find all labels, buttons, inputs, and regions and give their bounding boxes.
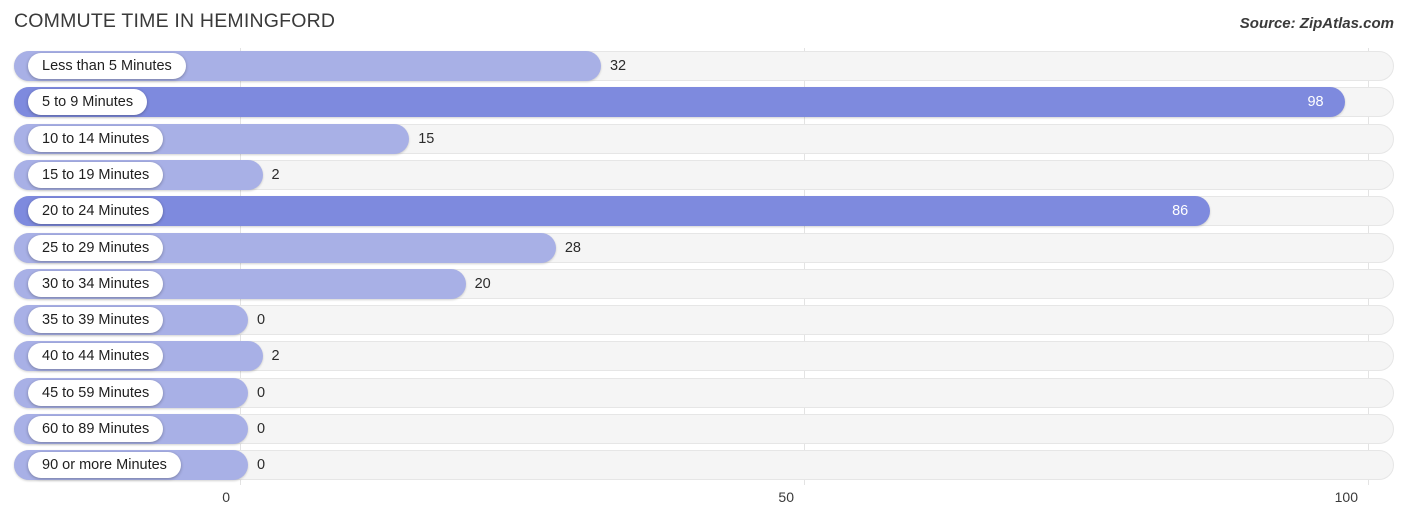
- category-label: 60 to 89 Minutes: [28, 416, 164, 442]
- value-label: 2: [271, 166, 280, 183]
- chart-row[interactable]: Less than 5 Minutes 32: [14, 51, 1394, 81]
- value-label: 98: [1307, 94, 1324, 111]
- source-attribution: Source: ZipAtlas.com: [1239, 15, 1394, 32]
- category-label: Less than 5 Minutes: [28, 53, 186, 79]
- value-label: 32: [609, 58, 627, 74]
- category-label: 40 to 44 Minutes: [28, 343, 164, 370]
- chart-row[interactable]: 15 to 19 Minutes 2: [14, 159, 1394, 190]
- category-label: 35 to 39 Minutes: [28, 307, 164, 334]
- category-label: 25 to 29 Minutes: [28, 234, 164, 261]
- chart-row[interactable]: 25 to 29 Minutes 28: [14, 232, 1394, 263]
- value-label: 0: [257, 312, 266, 329]
- chart-row[interactable]: 5 to 9 Minutes 98: [14, 87, 1394, 118]
- value-label: 28: [564, 239, 581, 256]
- chart-row[interactable]: 30 to 34 Minutes 20: [14, 268, 1394, 299]
- value-label: 86: [1172, 203, 1189, 220]
- axis-tick-50: 50: [778, 489, 794, 505]
- axis-tick-0: 0: [222, 489, 230, 505]
- value-bar[interactable]: [14, 196, 1211, 227]
- value-label: 15: [418, 130, 435, 147]
- category-label: 20 to 24 Minutes: [28, 198, 164, 225]
- chart-row[interactable]: 10 to 14 Minutes 15: [14, 123, 1394, 154]
- category-label: 5 to 9 Minutes: [28, 89, 148, 116]
- chart-row[interactable]: 35 to 39 Minutes 0: [14, 305, 1394, 336]
- value-label: 0: [257, 384, 266, 401]
- chart-page: COMMUTE TIME IN HEMINGFORD Source: ZipAt…: [0, 0, 1406, 524]
- category-label: 10 to 14 Minutes: [28, 125, 164, 152]
- value-bar[interactable]: [14, 87, 1346, 118]
- category-label: 45 to 59 Minutes: [28, 379, 164, 406]
- page-title: COMMUTE TIME IN HEMINGFORD: [14, 10, 336, 32]
- axis-tick-100: 100: [1334, 489, 1358, 505]
- category-label: 90 or more Minutes: [28, 452, 181, 479]
- category-label: 30 to 34 Minutes: [28, 270, 164, 297]
- chart-row[interactable]: 20 to 24 Minutes 86: [14, 196, 1394, 227]
- plot-area: Less than 5 Minutes 32 5 to 9 Minutes 98 10 …: [0, 48, 1406, 485]
- value-label: 2: [271, 348, 280, 365]
- chart-row[interactable]: 45 to 59 Minutes 0: [14, 377, 1394, 408]
- category-label: 15 to 19 Minutes: [28, 161, 164, 188]
- x-axis: 0 50 100: [0, 485, 1406, 524]
- chart-row[interactable]: 40 to 44 Minutes 2: [14, 341, 1394, 372]
- value-label: 0: [257, 457, 266, 474]
- chart-row[interactable]: 60 to 89 Minutes 0: [14, 414, 1394, 444]
- chart-row[interactable]: 90 or more Minutes 0: [14, 450, 1394, 481]
- value-label: 20: [474, 275, 491, 292]
- value-label: 0: [257, 421, 266, 437]
